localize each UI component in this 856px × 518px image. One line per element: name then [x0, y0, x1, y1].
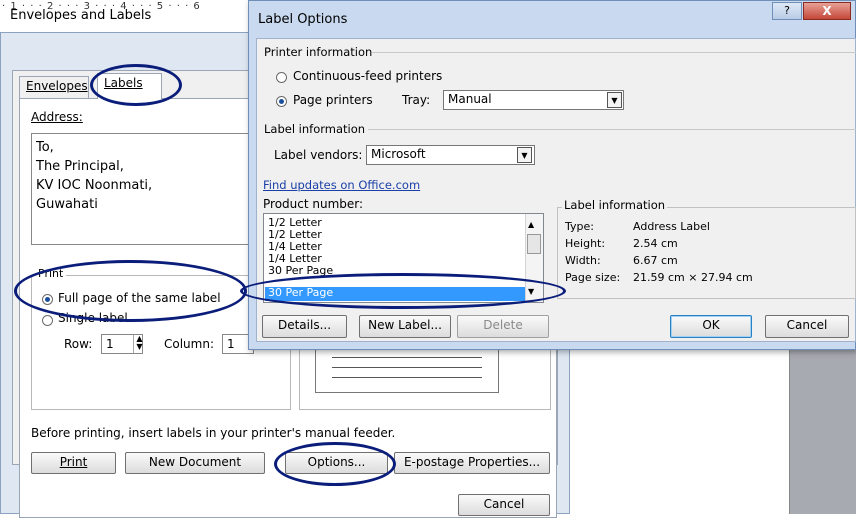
preview-line [332, 367, 482, 368]
envelopes-cancel-button[interactable]: Cancel [458, 494, 550, 516]
section-divider [368, 129, 856, 130]
document-page [570, 345, 790, 514]
annotation-ellipse [240, 273, 566, 309]
help-button[interactable]: ? [772, 2, 802, 20]
dialog-title: Envelopes and Labels [10, 8, 152, 23]
label-info-legend: Label information [562, 198, 668, 212]
new-label-button[interactable]: New Label... [359, 315, 451, 338]
address-line: Guwahati [36, 197, 98, 212]
printer-information-heading: Printer information [264, 45, 373, 59]
chevron-up-icon[interactable]: ▲ [528, 220, 534, 229]
epostage-properties-button[interactable]: E-postage Properties... [394, 452, 550, 474]
close-button[interactable]: X [803, 2, 851, 20]
info-key: Height: [565, 237, 606, 250]
info-value: 6.67 cm [633, 254, 678, 267]
continuous-feed-radio[interactable] [276, 72, 287, 83]
details-button[interactable]: Details... [262, 315, 347, 338]
info-key: Type: [565, 220, 594, 233]
label-information-heading: Label information [264, 122, 366, 136]
scrollbar-thumb[interactable] [527, 234, 541, 254]
label-options-title: Label Options [258, 12, 348, 27]
find-updates-link[interactable]: Find updates on Office.com [263, 178, 420, 192]
info-key: Width: [565, 254, 601, 267]
address-label: Address: [31, 110, 83, 124]
address-textarea[interactable]: To, The Principal, KV IOC Noonmati, Guwa… [31, 133, 253, 245]
address-line: To, [36, 140, 54, 155]
preview-line [332, 377, 482, 378]
label-vendors-label: Label vendors: [274, 148, 363, 162]
tab-envelopes-label: Envelopes [26, 79, 88, 93]
ok-button[interactable]: OK [670, 315, 752, 338]
delete-button[interactable]: Delete [457, 315, 549, 338]
page-printers-label[interactable]: Page printers [293, 93, 373, 107]
preview-line [332, 357, 482, 358]
page-printers-radio[interactable] [276, 96, 287, 107]
info-value: Address Label [633, 220, 710, 233]
info-key: Page size: [565, 271, 621, 284]
annotation-ellipse [90, 64, 182, 106]
single-label-radio[interactable] [42, 315, 53, 326]
info-value: 21.59 cm × 27.94 cm [633, 271, 753, 284]
print-button[interactable]: Print [31, 452, 116, 474]
chevron-down-icon[interactable]: ▼ [517, 147, 532, 163]
chevron-down-icon[interactable]: ▼ [607, 92, 622, 108]
label-preview-sheet [315, 345, 499, 393]
section-divider [372, 52, 856, 53]
tray-select[interactable]: Manual [443, 90, 624, 110]
address-line: KV IOC Noonmati, [36, 178, 153, 193]
address-line: The Principal, [36, 159, 124, 174]
column-label: Column: [164, 337, 214, 351]
annotation-ellipse [14, 260, 247, 322]
continuous-feed-label[interactable]: Continuous-feed printers [293, 69, 442, 83]
label-vendors-select[interactable]: Microsoft [366, 145, 535, 165]
tray-label: Tray: [402, 93, 431, 107]
label-options-cancel-button[interactable]: Cancel [765, 315, 849, 338]
product-number-label: Product number: [263, 197, 364, 211]
annotation-ellipse [274, 442, 396, 486]
tab-envelopes[interactable]: Envelopes [19, 76, 89, 98]
info-value: 2.54 cm [633, 237, 678, 250]
feeder-note: Before printing, insert labels in your p… [31, 426, 396, 440]
row-spinner[interactable]: ▲ ▼ [133, 335, 145, 353]
row-label: Row: [64, 337, 93, 351]
new-document-button[interactable]: New Document [125, 452, 265, 474]
